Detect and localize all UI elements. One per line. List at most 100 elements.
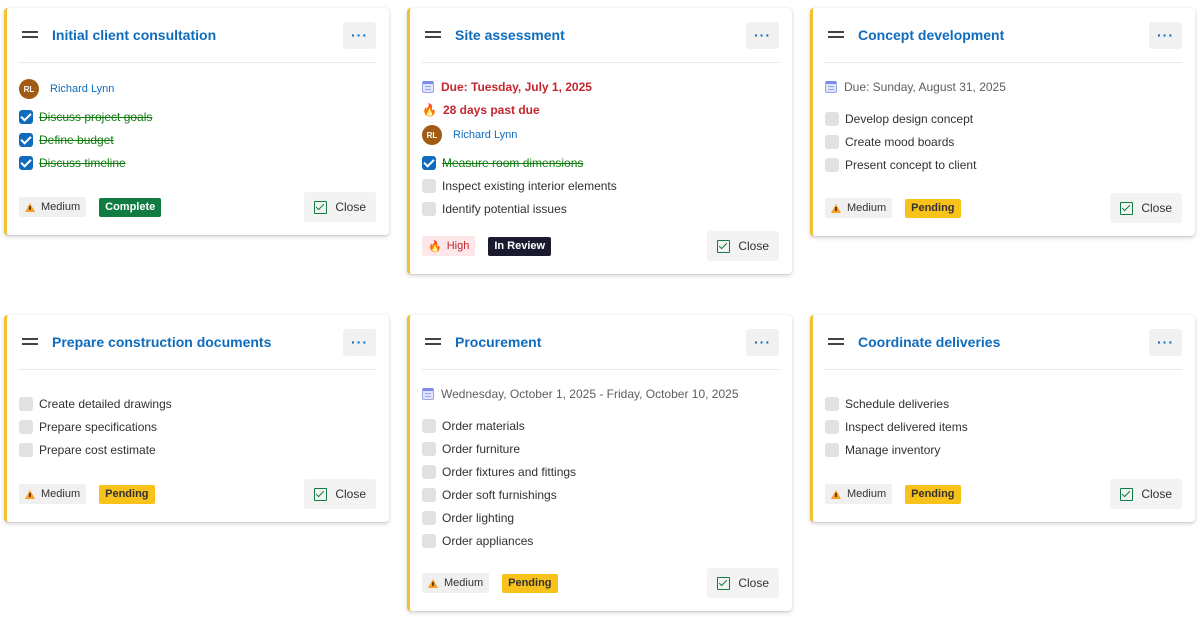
checklist-item: Order lighting [422,506,779,529]
checklist-item-label: Order lighting [442,510,515,525]
checklist-item: Create mood boards [825,130,1182,153]
priority-label: Medium [41,201,81,213]
more-options-button[interactable]: ··· [746,21,779,49]
checklist-item-label: Create mood boards [845,134,955,149]
checklist-item-label: Order appliances [442,533,534,548]
status-badge: Pending [905,198,961,218]
status-badge: Pending [502,573,558,593]
more-options-button[interactable]: ··· [343,328,376,356]
close-button[interactable]: Close [304,192,376,222]
task-card[interactable]: Initial client consultation ··· RL Richa… [4,8,389,235]
calendar-icon [825,81,837,93]
checkbox-icon[interactable] [825,134,839,149]
checkbox-icon[interactable] [422,510,436,525]
overdue-text: 28 days past due [442,103,540,117]
checklist-item: Order fixtures and fittings [422,460,779,483]
checkbox-icon[interactable] [422,487,436,502]
card-header: Procurement ··· [422,315,779,370]
more-options-button[interactable]: ··· [1149,21,1182,49]
checklist-item-label: Discuss project goals [39,109,153,124]
card-footer: Medium Pending Close [422,568,779,598]
checklist-item: Prepare specifications [19,415,376,438]
checklist-item-label: Order materials [442,418,525,433]
checklist-item: Order furniture [422,437,779,460]
priority-label: Medium [444,577,484,589]
checkbox-checked-icon[interactable] [422,155,436,170]
close-button[interactable]: Close [707,231,779,261]
checklist-item-label: Present concept to client [845,157,977,172]
checklist-item-label: Identify potential issues [442,201,567,216]
status-badge: Pending [99,484,155,504]
checklist-item: Order soft furnishings [422,483,779,506]
checklist-item-label: Inspect existing interior elements [442,178,617,193]
card-title[interactable]: Initial client consultation [52,27,343,43]
more-options-button[interactable]: ··· [1149,328,1182,356]
assignee: RL Richard Lynn [422,123,779,147]
task-card[interactable]: Coordinate deliveries ··· Schedule deliv… [810,315,1195,522]
card-title[interactable]: Concept development [858,27,1149,43]
task-card[interactable]: Concept development ··· Due: Sunday, Aug… [810,8,1195,236]
checkbox-checked-icon[interactable] [19,109,33,124]
close-button[interactable]: Close [1110,193,1182,223]
card-title[interactable]: Coordinate deliveries [858,334,1149,350]
checkbox-icon[interactable] [825,157,839,172]
card-title[interactable]: Procurement [455,334,746,350]
task-card[interactable]: Procurement ··· Wednesday, October 1, 20… [407,315,792,611]
checkbox-icon[interactable] [422,178,436,193]
checklist-item-label: Order soft furnishings [442,487,557,502]
close-label: Close [738,576,769,590]
checklist-item: Create detailed drawings [19,392,376,415]
assignee-name[interactable]: Richard Lynn [453,129,517,141]
checkbox-icon[interactable] [19,419,33,434]
checklist: Schedule deliveries Inspect delivered it… [825,392,1182,461]
checklist-item-label: Develop design concept [845,111,974,126]
checkbox-icon[interactable] [825,419,839,434]
checklist: Measure room dimensions Inspect existing… [422,151,779,220]
status-badge: Pending [905,484,961,504]
checkbox-checked-icon[interactable] [19,132,33,147]
checkbox-icon[interactable] [19,442,33,457]
checkbox-icon[interactable] [422,533,436,548]
avatar: RL [422,125,442,145]
checkbox-icon[interactable] [825,396,839,411]
checkbox-icon[interactable] [422,418,436,433]
checkbox-icon[interactable] [422,201,436,216]
drag-handle-icon[interactable] [22,337,38,347]
card-footer: 🔥 High In Review Close [422,231,779,261]
date-range-text: Wednesday, October 1, 2025 - Friday, Oct… [441,387,739,401]
card-header: Initial client consultation ··· [19,8,376,63]
checkbox-icon[interactable] [825,111,839,126]
due-date-text: Due: Tuesday, July 1, 2025 [441,80,592,94]
close-button[interactable]: Close [304,479,376,509]
calendar-icon [422,388,434,400]
close-button[interactable]: Close [707,568,779,598]
checklist: Discuss project goals Define budget Disc… [19,105,376,174]
close-label: Close [335,487,366,501]
checkbox-icon[interactable] [422,441,436,456]
drag-handle-icon[interactable] [425,30,441,40]
more-options-button[interactable]: ··· [746,328,779,356]
task-card[interactable]: Site assessment ··· Due: Tuesday, July 1… [407,8,792,274]
card-title[interactable]: Site assessment [455,27,746,43]
checklist-item: Order materials [422,414,779,437]
task-card[interactable]: Prepare construction documents ··· Creat… [4,315,389,522]
check-square-icon [717,239,731,253]
drag-handle-icon[interactable] [22,30,38,40]
checklist-item-label: Create detailed drawings [39,396,172,411]
priority-label: Medium [847,202,887,214]
checkbox-icon[interactable] [825,442,839,457]
checkbox-icon[interactable] [422,464,436,479]
checkbox-icon[interactable] [19,396,33,411]
drag-handle-icon[interactable] [828,337,844,347]
checklist: Develop design concept Create mood board… [825,107,1182,176]
drag-handle-icon[interactable] [828,30,844,40]
checkbox-checked-icon[interactable] [19,155,33,170]
close-button[interactable]: Close [1110,479,1182,509]
due-date-text: Due: Sunday, August 31, 2025 [844,80,1006,94]
drag-handle-icon[interactable] [425,337,441,347]
checklist-item: Present concept to client [825,153,1182,176]
more-options-button[interactable]: ··· [343,21,376,49]
card-title[interactable]: Prepare construction documents [52,334,343,350]
assignee-name[interactable]: Richard Lynn [50,83,114,95]
checklist-item: Inspect delivered items [825,415,1182,438]
